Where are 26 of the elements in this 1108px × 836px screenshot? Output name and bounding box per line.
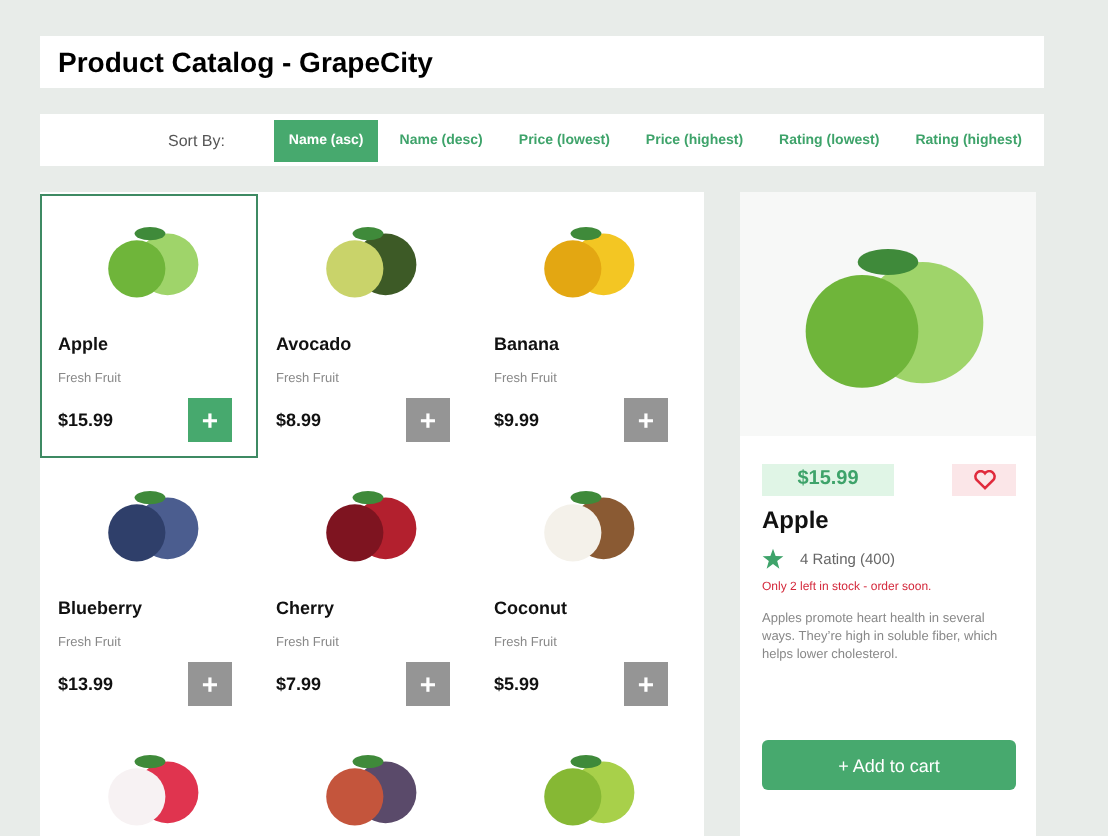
star-icon — [762, 548, 784, 570]
product-name: Blueberry — [58, 598, 145, 618]
product-price: $9.99 — [494, 410, 540, 430]
product-price: $8.99 — [276, 410, 322, 430]
add-button[interactable]: + — [624, 398, 668, 442]
product-name: Banana — [494, 334, 562, 354]
product-price: $13.99 — [58, 674, 114, 694]
product-price: $15.99 — [58, 410, 114, 430]
product-name: Coconut — [494, 598, 569, 618]
product-title: Apple — [762, 506, 831, 534]
product-name: Avocado — [276, 334, 354, 354]
price-badge: $15.99 — [762, 464, 894, 496]
heart-icon — [973, 470, 995, 490]
add-button[interactable]: + — [406, 662, 450, 706]
product-name: Cherry — [276, 598, 337, 618]
product-price: $7.99 — [276, 674, 322, 694]
add-button[interactable]: + — [188, 662, 232, 706]
product-price: $5.99 — [494, 674, 540, 694]
add-button[interactable]: + — [406, 398, 450, 442]
add-button[interactable]: + — [188, 398, 232, 442]
favorite-button[interactable] — [952, 464, 1016, 496]
add-to-cart-button[interactable]: + Add to cart — [762, 740, 1016, 790]
page-title: Product Catalog - GrapeCity — [58, 44, 435, 82]
product-name: Apple — [58, 334, 111, 354]
add-button[interactable]: + — [624, 662, 668, 706]
sort-label: Sort By: — [168, 131, 227, 149]
